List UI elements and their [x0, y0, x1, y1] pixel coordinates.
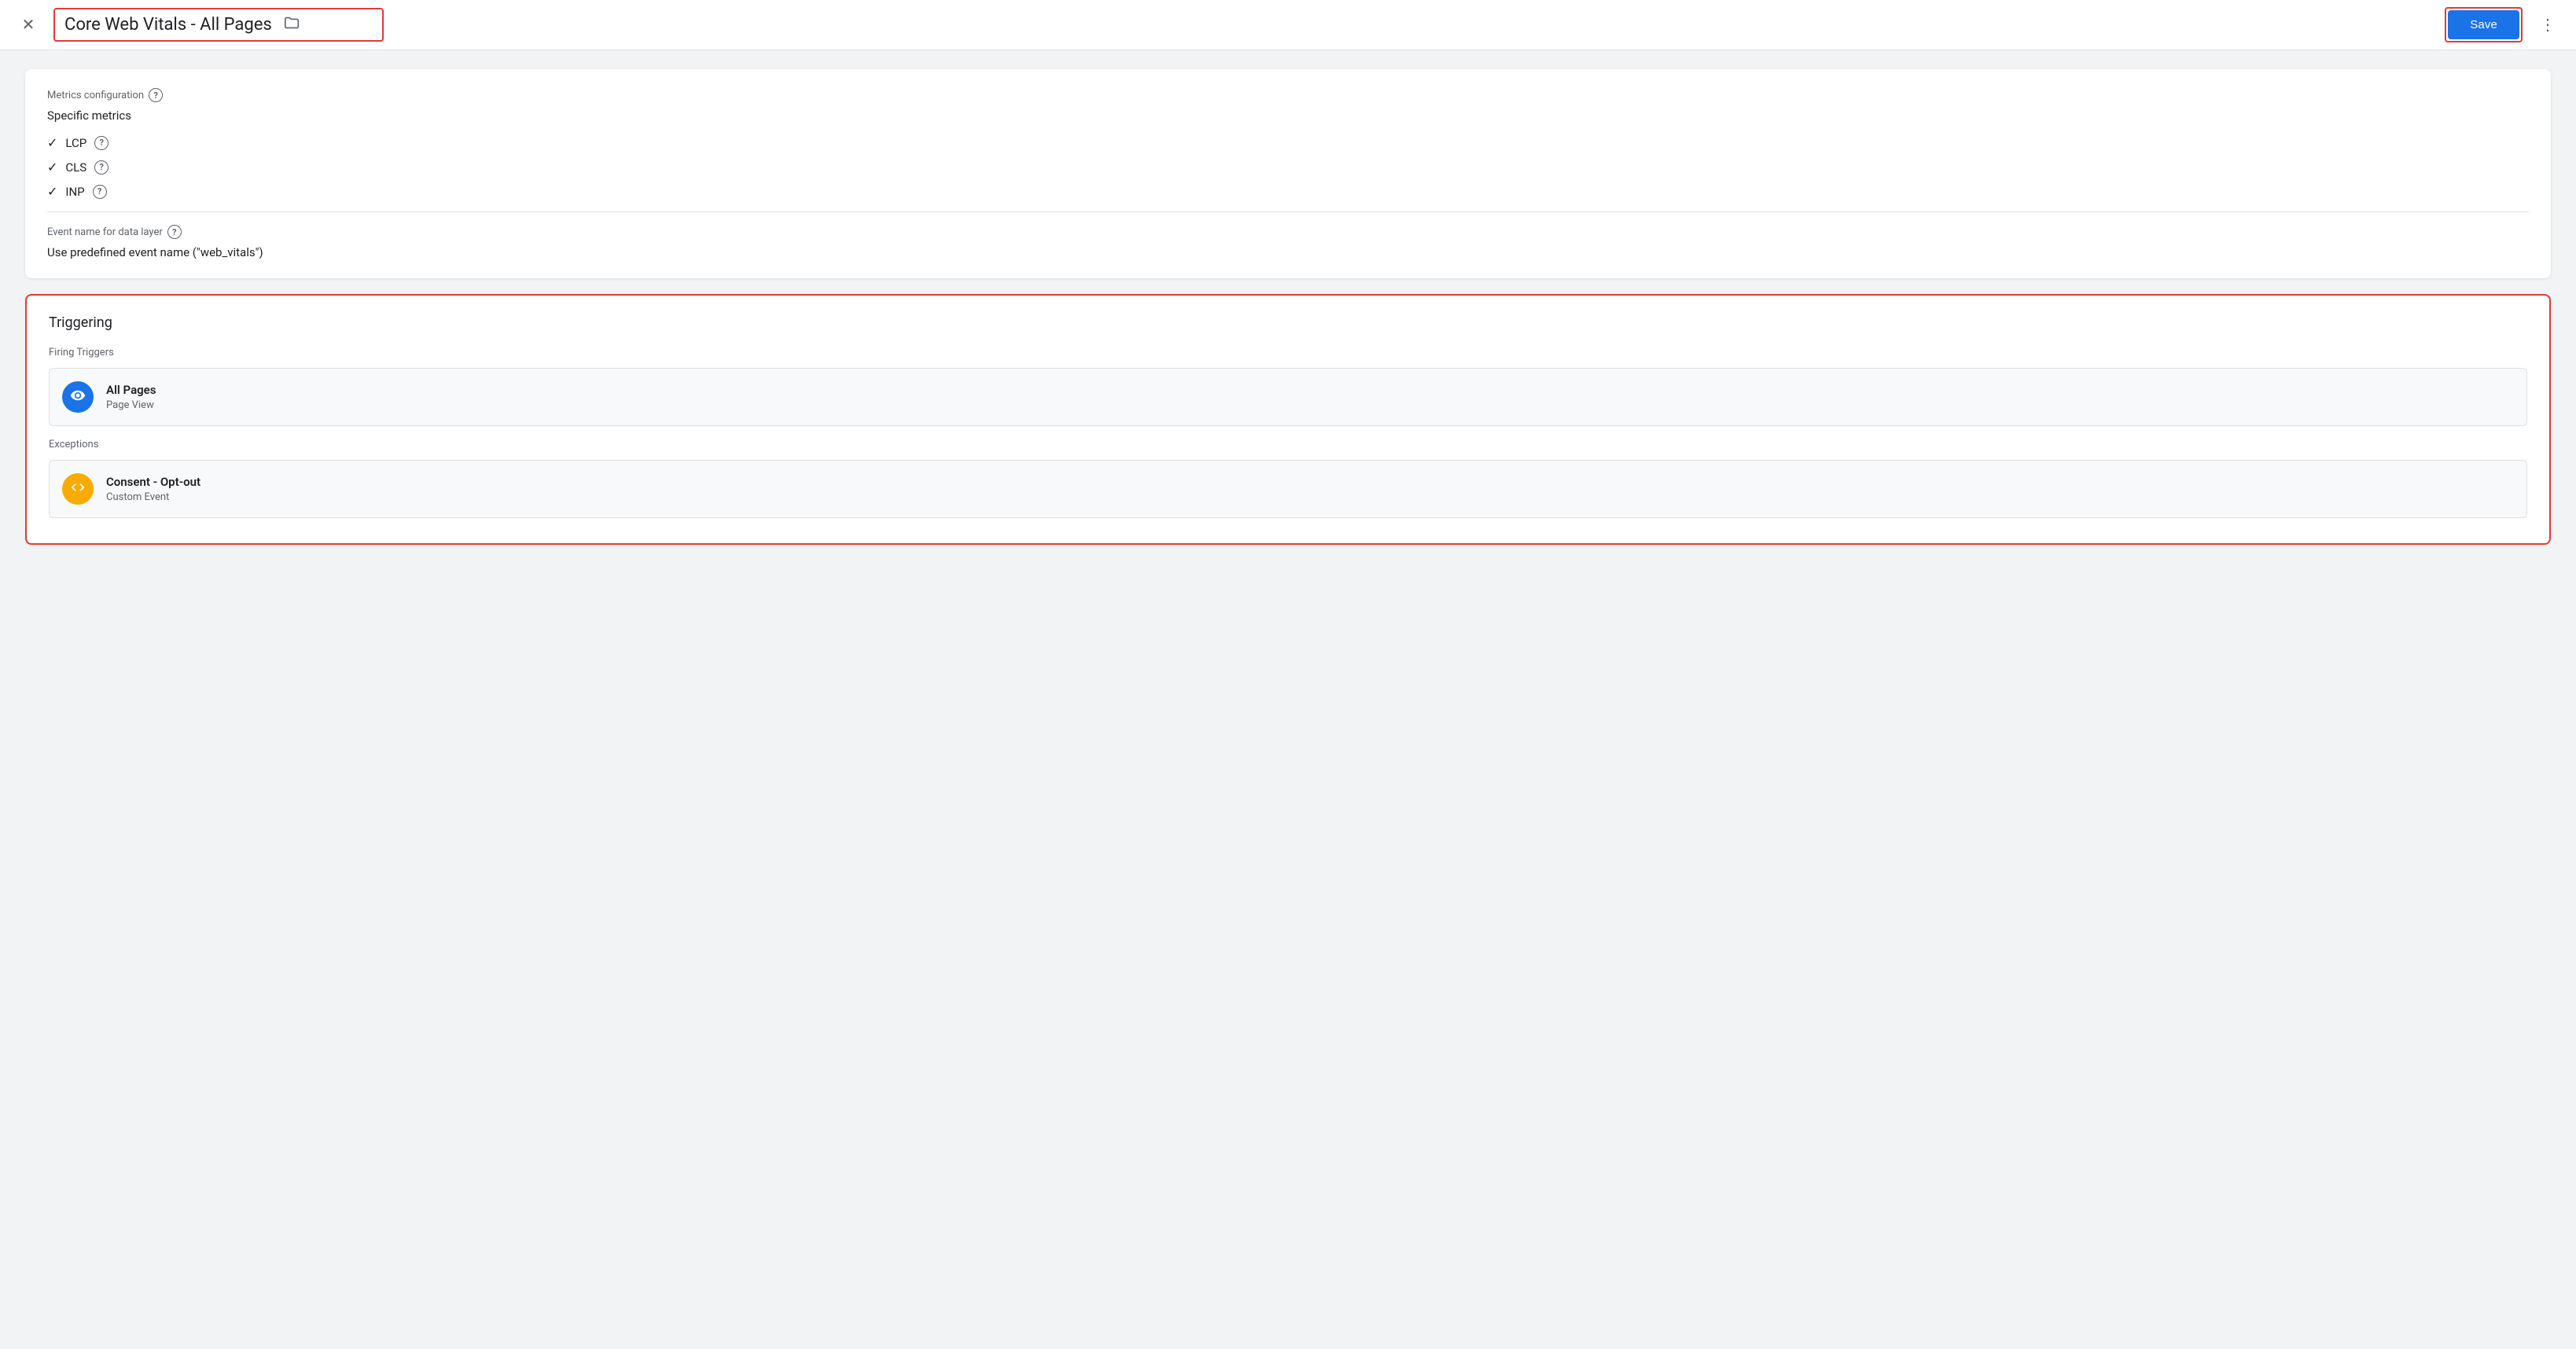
- metric-list: ✓ LCP ? ✓ CLS ? ✓ INP ?: [47, 135, 2529, 199]
- firing-triggers-label: Firing Triggers: [49, 347, 2527, 358]
- lcp-help-icon[interactable]: ?: [94, 136, 109, 150]
- inp-help-icon[interactable]: ?: [93, 185, 107, 199]
- metric-item-lcp: ✓ LCP ?: [47, 135, 2529, 150]
- check-icon-cls: ✓: [47, 160, 57, 175]
- all-pages-trigger-info: All Pages Page View: [106, 383, 156, 411]
- exceptions-label: Exceptions: [49, 439, 2527, 450]
- trigger-item-all-pages[interactable]: All Pages Page View: [49, 368, 2527, 426]
- code-icon: [70, 480, 86, 498]
- consent-optout-trigger-name: Consent - Opt-out: [106, 475, 201, 489]
- triggering-card: Triggering Firing Triggers All Pages Pag…: [25, 294, 2551, 545]
- more-icon: ⋮: [2540, 15, 2556, 35]
- triggering-title: Triggering: [49, 314, 2527, 331]
- all-pages-trigger-name: All Pages: [106, 383, 156, 397]
- save-button[interactable]: Save: [2448, 10, 2519, 39]
- main-content: Metrics configuration ? Specific metrics…: [0, 50, 2576, 1349]
- metrics-config-value: Specific metrics: [47, 108, 2529, 123]
- close-button[interactable]: ✕: [13, 9, 44, 41]
- check-icon-lcp: ✓: [47, 135, 57, 150]
- metrics-config-card: Metrics configuration ? Specific metrics…: [25, 69, 2551, 278]
- metric-item-cls: ✓ CLS ?: [47, 160, 2529, 175]
- all-pages-icon-circle: [62, 381, 94, 413]
- title-box: Core Web Vitals - All Pages: [53, 8, 384, 42]
- metric-name-lcp: LCP: [65, 136, 86, 150]
- event-name-help-icon[interactable]: ?: [167, 225, 182, 239]
- header: ✕ Core Web Vitals - All Pages Save ⋮: [0, 0, 2576, 50]
- event-name-label: Event name for data layer ?: [47, 225, 2529, 239]
- more-options-button[interactable]: ⋮: [2532, 9, 2563, 41]
- divider: [47, 211, 2529, 212]
- metric-item-inp: ✓ INP ?: [47, 184, 2529, 199]
- folder-icon[interactable]: [283, 14, 300, 35]
- event-name-value: Use predefined event name ("web_vitals"): [47, 245, 2529, 259]
- all-pages-trigger-type: Page View: [106, 399, 156, 411]
- metric-name-inp: INP: [65, 185, 84, 199]
- close-icon: ✕: [22, 15, 35, 35]
- consent-optout-icon-circle: [62, 473, 94, 505]
- consent-optout-trigger-type: Custom Event: [106, 491, 201, 503]
- metrics-config-help-icon[interactable]: ?: [149, 88, 163, 102]
- trigger-item-consent-optout[interactable]: Consent - Opt-out Custom Event: [49, 460, 2527, 518]
- page-title: Core Web Vitals - All Pages: [64, 15, 272, 35]
- save-button-wrapper: Save: [2445, 7, 2523, 42]
- exceptions-section: Exceptions Consent - Opt-out Custom Even…: [49, 439, 2527, 518]
- eye-icon: [70, 388, 86, 406]
- metric-name-cls: CLS: [65, 160, 86, 175]
- consent-optout-trigger-info: Consent - Opt-out Custom Event: [106, 475, 201, 503]
- cls-help-icon[interactable]: ?: [94, 160, 109, 175]
- metrics-config-label: Metrics configuration ?: [47, 88, 2529, 102]
- check-icon-inp: ✓: [47, 184, 57, 199]
